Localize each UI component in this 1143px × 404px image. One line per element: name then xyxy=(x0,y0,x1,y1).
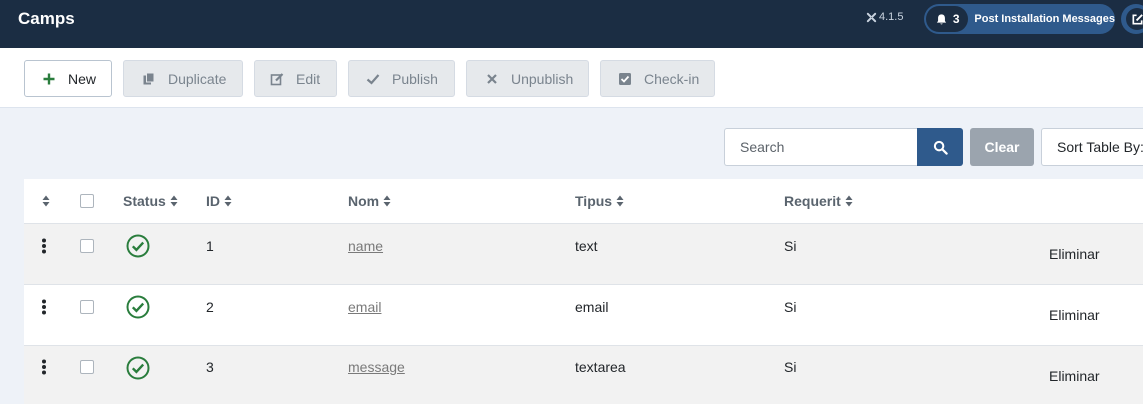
column-tipus[interactable]: Tipus xyxy=(575,193,624,209)
published-check-icon[interactable] xyxy=(126,356,150,380)
delete-link[interactable]: Eliminar xyxy=(1049,368,1100,384)
sort-icon xyxy=(224,195,232,207)
duplicate-button[interactable]: Duplicate xyxy=(123,60,243,97)
column-nom[interactable]: Nom xyxy=(348,193,391,209)
row-nom-link[interactable]: message xyxy=(348,359,405,375)
row-requerit: Si xyxy=(784,359,797,375)
drag-handle-icon[interactable] xyxy=(41,359,47,375)
app-header: Camps 4.1.5 3 Post Installation Messages xyxy=(0,0,1143,48)
row-tipus: text xyxy=(575,238,598,254)
table-header: Status ID Nom Tipus Requerit xyxy=(24,179,1143,224)
preview-site-button[interactable] xyxy=(1121,4,1143,34)
bell-icon xyxy=(936,13,946,24)
external-edit-icon xyxy=(1131,13,1143,25)
delete-link[interactable]: Eliminar xyxy=(1049,246,1100,262)
unpublish-label: Unpublish xyxy=(511,70,574,87)
joomla-icon xyxy=(866,12,877,22)
version-text: 4.1.5 xyxy=(879,11,904,23)
table-row: 3 message textarea Si Eliminar xyxy=(24,346,1143,404)
row-checkbox[interactable] xyxy=(80,360,94,374)
new-label: New xyxy=(68,70,97,87)
publish-button[interactable]: Publish xyxy=(348,60,455,97)
edit-button[interactable]: Edit xyxy=(254,60,337,97)
edit-label: Edit xyxy=(296,70,321,87)
new-button[interactable]: New xyxy=(24,60,112,97)
messages-label: Post Installation Messages xyxy=(974,13,1115,25)
clear-button[interactable]: Clear xyxy=(970,128,1034,166)
row-checkbox[interactable] xyxy=(80,239,94,253)
checkin-label: Check-in xyxy=(644,70,700,87)
post-installation-messages-button[interactable]: 3 Post Installation Messages xyxy=(924,4,1115,34)
ordering-sort-icon[interactable] xyxy=(42,195,50,207)
search-button[interactable] xyxy=(917,128,963,166)
page-title: Camps xyxy=(18,9,75,28)
delete-link[interactable]: Eliminar xyxy=(1049,307,1100,323)
messages-count: 3 xyxy=(952,12,960,26)
plus-icon xyxy=(43,73,55,84)
drag-handle-icon[interactable] xyxy=(41,299,47,315)
row-id: 3 xyxy=(206,359,214,375)
table-row: 2 email email Si Eliminar xyxy=(24,285,1143,346)
toolbar: New Duplicate Edit Publish Unpublish Che… xyxy=(0,48,1143,108)
table-row: 1 name text Si Eliminar xyxy=(24,224,1143,285)
column-status[interactable]: Status xyxy=(123,193,178,209)
sort-icon xyxy=(170,195,178,207)
sort-icon xyxy=(845,195,853,207)
column-requerit[interactable]: Requerit xyxy=(784,193,853,209)
row-requerit: Si xyxy=(784,238,797,254)
search-input[interactable] xyxy=(724,128,918,166)
check-icon xyxy=(366,73,380,85)
row-id: 2 xyxy=(206,299,214,315)
published-check-icon[interactable] xyxy=(126,234,150,258)
unpublish-button[interactable]: Unpublish xyxy=(466,60,589,97)
sort-icon xyxy=(616,195,624,207)
check-square-icon xyxy=(619,72,631,85)
row-checkbox[interactable] xyxy=(80,300,94,314)
search-icon xyxy=(933,140,948,155)
row-tipus: email xyxy=(575,299,609,315)
published-check-icon[interactable] xyxy=(126,295,150,319)
row-tipus: textarea xyxy=(575,359,626,375)
messages-count-badge: 3 xyxy=(926,6,969,32)
row-nom-link[interactable]: name xyxy=(348,238,383,254)
version-info: 4.1.5 xyxy=(866,11,903,23)
column-id[interactable]: ID xyxy=(206,193,232,209)
row-id: 1 xyxy=(206,238,214,254)
row-requerit: Si xyxy=(784,299,797,315)
row-nom-link[interactable]: email xyxy=(348,299,381,315)
edit-icon xyxy=(270,72,284,85)
publish-label: Publish xyxy=(392,70,438,87)
sort-icon xyxy=(383,195,391,207)
drag-handle-icon[interactable] xyxy=(41,238,47,254)
duplicate-label: Duplicate xyxy=(168,70,227,87)
copy-icon xyxy=(143,72,155,84)
select-all-checkbox[interactable] xyxy=(80,194,94,208)
times-icon xyxy=(487,73,497,84)
sort-table-select[interactable]: Sort Table By: xyxy=(1041,128,1143,166)
checkin-button[interactable]: Check-in xyxy=(600,60,715,97)
